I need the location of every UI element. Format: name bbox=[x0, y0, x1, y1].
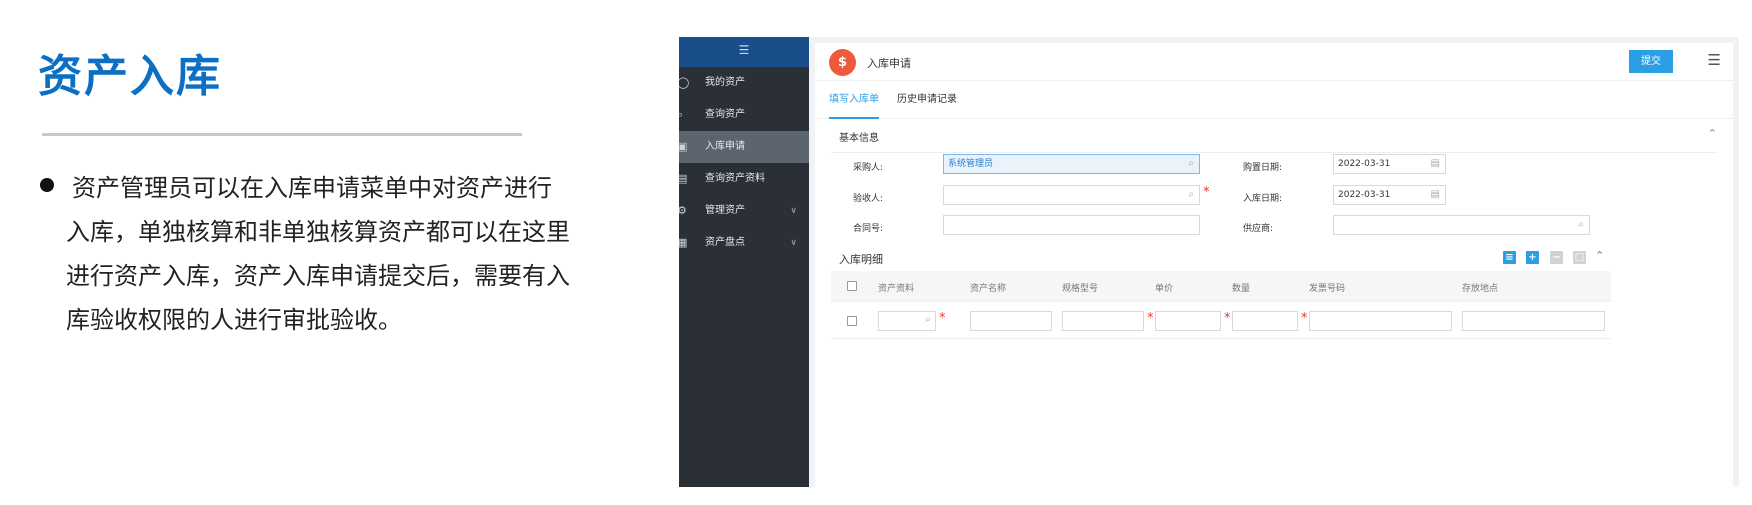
insert-row-icon[interactable]: ≡ bbox=[1503, 251, 1516, 264]
money-bag-icon: $ bbox=[829, 49, 856, 76]
purchase-date-field[interactable]: 2022-03-31 ▤ bbox=[1333, 154, 1446, 174]
inbound-date-label: 入库日期: bbox=[1243, 194, 1283, 204]
column-header: 资产名称 bbox=[970, 284, 1007, 294]
description-line: 入库，单独核算和非单独核算资产都可以在这里 bbox=[66, 218, 570, 246]
sidebar-item-label: 我的资产 bbox=[705, 77, 745, 88]
buyer-value: 系统管理员 bbox=[948, 159, 994, 169]
search-icon[interactable]: ⌕ bbox=[1188, 155, 1194, 173]
calendar-icon[interactable]: ▤ bbox=[1431, 155, 1440, 173]
description: 资产管理员可以在入库申请菜单中对资产进行 入库，单独核算和非单独核算资产都可以在… bbox=[66, 166, 596, 342]
add-row-icon[interactable]: + bbox=[1526, 251, 1539, 264]
calendar-icon[interactable]: ▤ bbox=[1431, 186, 1440, 204]
basic-info-form: 采购人: 系统管理员 ⌕ 购置日期: 2022-03-31 ▤ 验收人: ⌕ *… bbox=[815, 153, 1733, 253]
contract-field[interactable] bbox=[943, 215, 1200, 235]
column-header: 数量 bbox=[1232, 284, 1251, 294]
sidebar-item-label: 管理资产 bbox=[705, 205, 745, 216]
gear-icon: ⚙ bbox=[679, 204, 687, 217]
sidebar-item-label: 入库申请 bbox=[705, 141, 745, 152]
sidebar-item-my-assets[interactable]: ◯ 我的资产 bbox=[679, 67, 809, 99]
purchase-date-label: 购置日期: bbox=[1243, 163, 1283, 173]
detail-table-header: 资产资料 资产名称 规格型号 单价 数量 发票号码 存放地点 bbox=[831, 271, 1611, 302]
required-mark: * bbox=[939, 311, 946, 326]
chevron-down-icon: ∨ bbox=[790, 238, 797, 248]
column-header: 存放地点 bbox=[1462, 284, 1499, 294]
required-mark: * bbox=[1224, 311, 1231, 326]
required-mark: * bbox=[1147, 311, 1154, 326]
chevron-up-icon[interactable]: ⌃ bbox=[1595, 249, 1604, 262]
sidebar-item-label: 资产盘点 bbox=[705, 237, 745, 248]
search-icon: ⌕ bbox=[679, 108, 684, 121]
inbound-date-value: 2022-03-31 bbox=[1338, 190, 1391, 200]
storage-location-input[interactable] bbox=[1462, 311, 1605, 331]
sidebar-item-manage-assets[interactable]: ⚙ 管理资产 ∨ bbox=[679, 195, 809, 227]
contract-label: 合同号: bbox=[853, 224, 884, 234]
column-header: 资产资料 bbox=[878, 284, 915, 294]
search-icon[interactable]: ⌕ bbox=[1578, 216, 1584, 234]
page-header: $ 入库申请 提交 ☰ bbox=[815, 43, 1733, 81]
sidebar-item-label: 查询资产资料 bbox=[705, 173, 765, 184]
basic-info-header: 基本信息 ⌃ bbox=[815, 119, 1733, 153]
main-panel: $ 入库申请 提交 ☰ 填写入库单 历史申请记录 基本信息 ⌃ 采购人: 系统管… bbox=[815, 43, 1733, 487]
money-bag-icon: ◯ bbox=[679, 76, 690, 89]
quantity-input[interactable] bbox=[1232, 311, 1298, 331]
delete-row-icon[interactable]: − bbox=[1550, 251, 1563, 264]
spec-model-input[interactable] bbox=[1062, 311, 1144, 331]
chevron-down-icon: ∨ bbox=[790, 206, 797, 216]
unit-price-input[interactable] bbox=[1155, 311, 1221, 331]
tab-bar: 填写入库单 历史申请记录 bbox=[815, 81, 1733, 119]
description-line: 库验收权限的人进行审批验收。 bbox=[66, 306, 402, 334]
tab-history-records[interactable]: 历史申请记录 bbox=[897, 81, 957, 119]
detail-section-title: 入库明细 bbox=[839, 253, 883, 266]
inbox-icon: ▣ bbox=[679, 140, 688, 153]
buyer-label: 采购人: bbox=[853, 163, 884, 173]
sidebar-item-inbound-request[interactable]: ▣ 入库申请 bbox=[679, 131, 809, 163]
submit-button[interactable]: 提交 bbox=[1629, 50, 1673, 73]
app-window: ☰ ◯ 我的资产 ⌕ 查询资产 ▣ 入库申请 ▤ 查询资产资料 ⚙ 管理资产 ∨… bbox=[679, 37, 1739, 487]
search-icon[interactable]: ⌕ bbox=[1188, 186, 1194, 204]
page-title: 入库申请 bbox=[867, 57, 911, 70]
sidebar-item-query-asset-data[interactable]: ▤ 查询资产资料 bbox=[679, 163, 809, 195]
document-icon: ▤ bbox=[679, 172, 688, 185]
invoice-number-input[interactable] bbox=[1309, 311, 1452, 331]
inspector-label: 验收人: bbox=[853, 194, 884, 204]
sidebar-item-query-assets[interactable]: ⌕ 查询资产 bbox=[679, 99, 809, 131]
supplier-field[interactable]: ⌕ bbox=[1333, 215, 1590, 235]
sidebar-item-label: 查询资产 bbox=[705, 109, 745, 120]
clipboard-icon: ▦ bbox=[679, 236, 688, 249]
required-mark: * bbox=[1203, 185, 1210, 200]
tab-fill-inbound-form[interactable]: 填写入库单 bbox=[829, 81, 879, 119]
sidebar-item-asset-inventory[interactable]: ▦ 资产盘点 ∨ bbox=[679, 227, 809, 259]
required-mark: * bbox=[1301, 311, 1308, 326]
chevron-up-double-icon[interactable]: ⌃ bbox=[1708, 127, 1717, 140]
search-icon[interactable]: ⌕ bbox=[925, 314, 931, 325]
section-title: 基本信息 bbox=[839, 133, 879, 144]
column-header: 规格型号 bbox=[1062, 284, 1099, 294]
asset-name-input[interactable] bbox=[970, 311, 1052, 331]
select-all-checkbox[interactable] bbox=[847, 281, 857, 291]
description-line: 进行资产入库，资产入库申请提交后，需要有入 bbox=[66, 262, 570, 290]
table-row: ⌕ * * * * bbox=[831, 303, 1611, 339]
purchase-date-value: 2022-03-31 bbox=[1338, 159, 1391, 169]
slide-title: 资产入库 bbox=[38, 51, 222, 102]
column-header: 单价 bbox=[1155, 284, 1174, 294]
copy-row-icon[interactable]: □ bbox=[1573, 251, 1586, 264]
list-menu-icon[interactable]: ☰ bbox=[1708, 51, 1721, 69]
asset-data-input[interactable]: ⌕ bbox=[878, 311, 936, 331]
inbound-date-field[interactable]: 2022-03-31 ▤ bbox=[1333, 185, 1446, 205]
title-divider bbox=[42, 133, 522, 136]
column-header: 发票号码 bbox=[1309, 284, 1346, 294]
row-checkbox[interactable] bbox=[847, 316, 857, 326]
supplier-label: 供应商: bbox=[1243, 224, 1274, 234]
description-line: 资产管理员可以在入库申请菜单中对资产进行 bbox=[72, 174, 552, 202]
buyer-field[interactable]: 系统管理员 ⌕ bbox=[943, 154, 1200, 174]
bullet-dot bbox=[40, 178, 54, 192]
inspector-field[interactable]: ⌕ bbox=[943, 185, 1200, 205]
sidebar-toggle[interactable]: ☰ bbox=[679, 37, 809, 67]
sidebar: ☰ ◯ 我的资产 ⌕ 查询资产 ▣ 入库申请 ▤ 查询资产资料 ⚙ 管理资产 ∨… bbox=[679, 37, 809, 487]
